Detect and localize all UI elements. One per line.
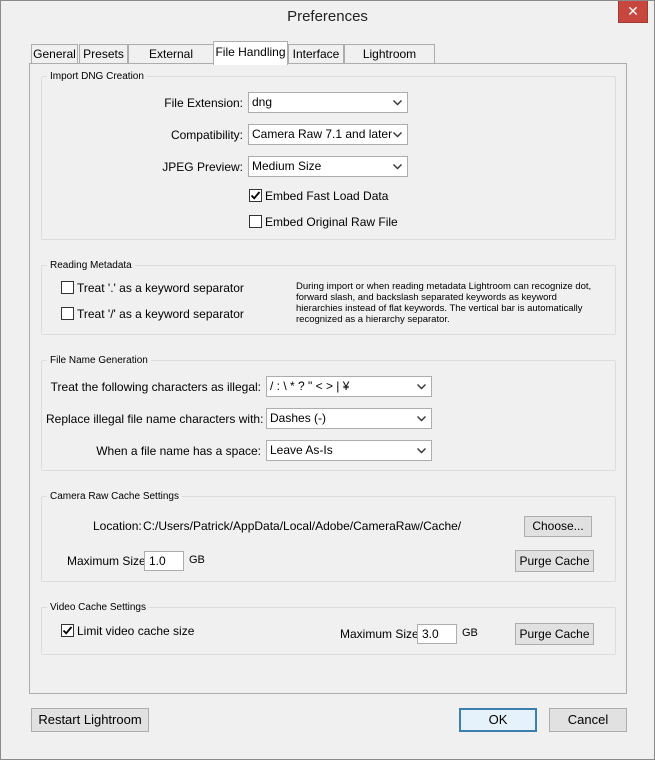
slash-separator-label: Treat '/' as a keyword separator [77, 307, 244, 321]
chevron-down-icon [415, 409, 427, 428]
dot-separator-label: Treat '.' as a keyword separator [77, 281, 244, 295]
camera-raw-cache-legend: Camera Raw Cache Settings [50, 491, 179, 502]
tab-presets[interactable]: Presets [79, 44, 128, 64]
tab-interface[interactable]: Interface [288, 44, 344, 64]
video-purge-cache-button[interactable]: Purge Cache [515, 623, 594, 645]
checkmark-icon [250, 191, 261, 200]
close-button[interactable]: ✕ [618, 1, 648, 23]
tab-lightroom-mobile[interactable]: Lightroom mobile [344, 44, 435, 79]
jpeg-preview-value: Medium Size [252, 159, 322, 173]
space-handling-label: When a file name has a space: [96, 444, 261, 458]
video-max-size-unit: GB [462, 627, 478, 639]
file-extension-value: dng [252, 95, 273, 109]
limit-video-cache-checkbox[interactable] [61, 624, 74, 637]
illegal-chars-value: / : \ * ? " < > | ¥ [270, 379, 350, 393]
cache-location-label: Location: [93, 519, 142, 533]
checkmark-icon [62, 626, 73, 635]
compatibility-label: Compatibility: [170, 128, 243, 142]
preferences-dialog: Preferences ✕ General Presets External E… [0, 0, 655, 760]
jpeg-preview-select[interactable]: Medium Size [248, 156, 408, 177]
close-icon: ✕ [627, 3, 639, 19]
tab-file-handling[interactable]: File Handling [213, 41, 288, 65]
cache-location-path: C:/Users/Patrick/AppData/Local/Adobe/Cam… [143, 519, 462, 533]
camera-raw-purge-cache-button[interactable]: Purge Cache [515, 550, 594, 572]
camera-raw-max-size-input[interactable]: 1.0 [144, 551, 184, 571]
space-handling-value: Leave As-Is [270, 443, 333, 457]
video-max-size-input[interactable]: 3.0 [417, 624, 457, 644]
file-extension-select[interactable]: dng [248, 92, 408, 113]
limit-video-cache-label: Limit video cache size [77, 624, 195, 638]
replace-with-select[interactable]: Dashes (-) [266, 408, 432, 429]
embed-original-raw-label: Embed Original Raw File [265, 215, 398, 229]
title-bar: Preferences ✕ [1, 1, 654, 31]
chevron-down-icon [391, 157, 403, 176]
tab-external-editing[interactable]: External Editing [128, 44, 214, 79]
chevron-down-icon [391, 93, 403, 112]
compatibility-value: Camera Raw 7.1 and later [252, 127, 393, 141]
choose-button[interactable]: Choose... [524, 516, 592, 537]
keyword-separator-note: During import or when reading metadata L… [296, 281, 592, 325]
import-dng-legend: Import DNG Creation [50, 71, 144, 82]
restart-lightroom-button[interactable]: Restart Lightroom [31, 708, 149, 732]
illegal-chars-label: Treat the following characters as illega… [50, 380, 261, 394]
replace-with-value: Dashes (-) [270, 411, 327, 425]
embed-fast-load-label: Embed Fast Load Data [265, 189, 389, 203]
ok-button[interactable]: OK [459, 708, 537, 732]
dot-separator-checkbox[interactable] [61, 281, 74, 294]
space-handling-select[interactable]: Leave As-Is [266, 440, 432, 461]
window-title: Preferences [287, 8, 368, 25]
chevron-down-icon [415, 441, 427, 460]
reading-metadata-legend: Reading Metadata [50, 260, 132, 271]
replace-with-label: Replace illegal file name characters wit… [46, 412, 264, 426]
compatibility-select[interactable]: Camera Raw 7.1 and later [248, 124, 408, 145]
video-max-size-label: Maximum Size: [340, 627, 423, 641]
video-cache-legend: Video Cache Settings [50, 602, 146, 613]
chevron-down-icon [391, 125, 403, 144]
embed-fast-load-checkbox[interactable] [249, 189, 262, 202]
illegal-chars-select[interactable]: / : \ * ? " < > | ¥ [266, 376, 432, 397]
cancel-button[interactable]: Cancel [549, 708, 627, 732]
tab-general[interactable]: General [31, 44, 78, 64]
file-name-generation-legend: File Name Generation [50, 355, 148, 366]
camera-raw-max-size-label: Maximum Size: [67, 554, 150, 568]
jpeg-preview-label: JPEG Preview: [162, 160, 243, 174]
chevron-down-icon [415, 377, 427, 396]
slash-separator-checkbox[interactable] [61, 307, 74, 320]
embed-original-raw-checkbox[interactable] [249, 215, 262, 228]
file-extension-label: File Extension: [164, 96, 243, 110]
camera-raw-max-size-unit: GB [189, 554, 205, 566]
